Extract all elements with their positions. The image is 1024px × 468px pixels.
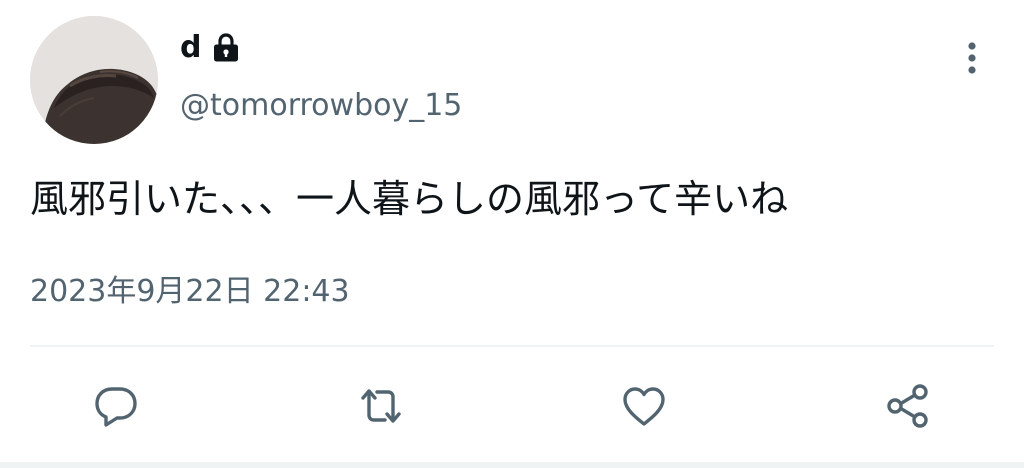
display-name[interactable]: d xyxy=(180,33,201,63)
reply-button[interactable] xyxy=(88,378,144,434)
display-name-row: d xyxy=(180,28,243,68)
more-options-button[interactable] xyxy=(954,36,990,80)
bottom-border xyxy=(0,462,1024,468)
tweet-timestamp[interactable]: 2023年9月22日 22:43 xyxy=(30,270,350,314)
divider xyxy=(30,345,994,347)
share-button[interactable] xyxy=(880,378,936,434)
vertical-ellipsis-icon xyxy=(968,42,976,74)
share-icon xyxy=(887,384,928,428)
user-handle[interactable]: @tomorrowboy_15 xyxy=(180,86,462,126)
retweet-arrows-icon xyxy=(361,389,401,423)
tweet-text: 風邪引いた、、、一人暮らしの風邪って辛いね xyxy=(30,177,789,221)
lock-icon xyxy=(214,33,239,62)
heart-icon xyxy=(623,387,665,426)
like-button[interactable] xyxy=(616,378,672,434)
retweet-button[interactable] xyxy=(353,378,409,434)
tweet-card: d @tomorrowboy_15 風邪引いた、、、一人暮らしの風邪って辛いね … xyxy=(0,0,1024,468)
speech-bubble-icon xyxy=(95,387,137,427)
avatar[interactable] xyxy=(30,16,158,144)
avatar-photo xyxy=(30,16,158,144)
